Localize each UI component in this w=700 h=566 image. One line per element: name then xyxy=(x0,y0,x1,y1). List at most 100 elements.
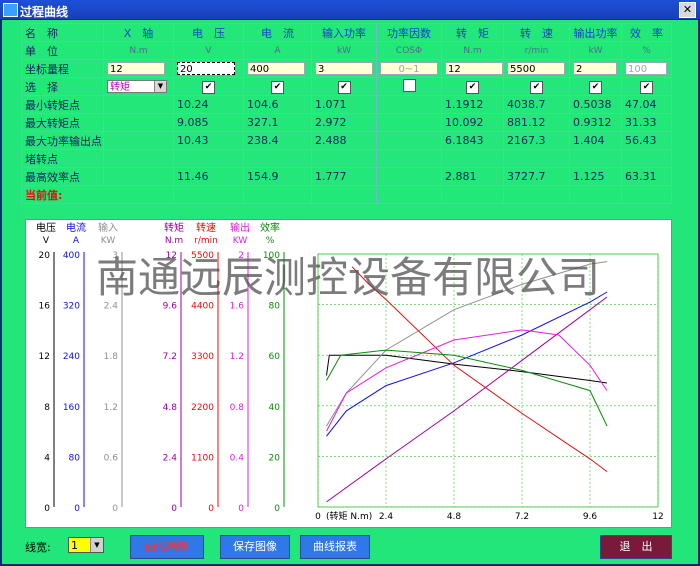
axis-tick-label: 80 xyxy=(69,453,81,463)
axis-tick-label: 1.2 xyxy=(104,403,118,413)
table-cell: 9.085 xyxy=(173,113,244,132)
axis-tick-label: 1.6 xyxy=(230,302,245,312)
output-power-checkbox[interactable]: ✔ xyxy=(589,81,602,94)
torque-range-input[interactable]: 12 xyxy=(445,62,503,75)
x-range-input[interactable]: 12 xyxy=(107,62,165,75)
current-value-row: 当前值: xyxy=(21,185,672,204)
voltage-checkbox[interactable]: ✔ xyxy=(202,81,215,94)
axis-name-3: 转矩 xyxy=(164,221,184,234)
speed-checkbox[interactable]: ✔ xyxy=(530,81,543,94)
table-cell: 881.12 xyxy=(503,113,570,132)
axis-name-0: 电压 xyxy=(36,221,56,234)
title-bar: 过程曲线 ✕ xyxy=(0,0,700,19)
speed-range-input[interactable]: 5500 xyxy=(507,62,565,75)
table-cell: 10.24 xyxy=(173,95,244,114)
close-button[interactable]: ✕ xyxy=(679,2,696,18)
table-cell: 10.092 xyxy=(441,113,504,132)
axis-tick-label: 3300 xyxy=(191,352,214,362)
efficiency-checkbox[interactable]: ✔ xyxy=(640,81,653,94)
curve-report-button[interactable]: 曲线报表 xyxy=(300,535,370,559)
unit-cell: % xyxy=(621,41,672,60)
power-factor-checkbox[interactable] xyxy=(402,78,416,92)
output-power-range-input[interactable]: 2 xyxy=(573,62,617,75)
efficiency-range-input[interactable]: 100 xyxy=(625,62,667,75)
axis-tick-label: 16 xyxy=(39,302,51,312)
axis-tick-label: 40 xyxy=(269,403,281,413)
series-line-5 xyxy=(326,329,608,432)
axis-tick-label: 60 xyxy=(269,352,281,362)
unit-cell: kW xyxy=(569,41,622,60)
table-cell: 2.972 xyxy=(311,113,377,132)
table-cell: 154.9 xyxy=(243,167,312,186)
row-label: 堵转点 xyxy=(21,149,104,168)
axis-name-6: 效率 xyxy=(260,221,280,234)
select-row: 选 择 转矩 ▼ ✔ ✔ ✔ ✔ ✔ ✔ ✔ xyxy=(21,77,672,96)
unit-cell: V xyxy=(173,41,244,60)
axis-tick-label: 2.4 xyxy=(104,302,119,312)
speed-header: 转 速 xyxy=(503,23,570,42)
axis-tick-label: 0 xyxy=(44,504,50,514)
axis-tick-label: 240 xyxy=(63,352,80,362)
table-cell: 1.1912 xyxy=(441,95,504,114)
table-cell: 1.125 xyxy=(569,167,622,186)
table-cell xyxy=(376,149,442,168)
current-checkbox[interactable]: ✔ xyxy=(271,81,284,94)
axis-tick-label: 0.6 xyxy=(104,453,119,463)
voltage-header: 电 压 xyxy=(173,23,244,42)
table-cell xyxy=(311,149,377,168)
input-power-range-input[interactable]: 3 xyxy=(315,62,373,75)
row-label: 最大转矩点 xyxy=(21,113,104,132)
input-power-header: 输入功率 xyxy=(311,23,377,42)
table-cell xyxy=(376,113,442,132)
axis-tick-label: 80 xyxy=(269,302,281,312)
axis-tick-label: 0.4 xyxy=(230,453,245,463)
curve-refresh-button[interactable]: 曲线刷新 xyxy=(130,535,204,559)
axis-unit-4: r/min xyxy=(194,236,218,246)
table-row: 堵转点 xyxy=(21,149,672,168)
series-line-3 xyxy=(326,296,608,503)
table-cell: 1.404 xyxy=(569,131,622,150)
x-tick-label: 9.6 xyxy=(583,512,598,522)
current-range-input[interactable]: 400 xyxy=(247,62,305,75)
axis-tick-label: 8 xyxy=(44,403,50,413)
x-tick-label: 12 xyxy=(652,512,663,522)
table-cell: 11.46 xyxy=(173,167,244,186)
table-row: 最大转矩点 9.085 327.1 2.972 10.092 881.12 0.9312 31… xyxy=(21,113,672,132)
output-power-header: 输出功率 xyxy=(569,23,622,42)
table-cell: 0.9312 xyxy=(569,113,622,132)
chevron-down-icon: ▼ xyxy=(154,81,166,92)
x-tick-label: 7.2 xyxy=(515,512,529,522)
series-line-6 xyxy=(326,349,608,427)
table-cell xyxy=(376,131,442,150)
line-width-select[interactable]: 1 ▼ xyxy=(68,537,104,553)
axis-tick-label: 7.2 xyxy=(163,352,177,362)
unit-cell: kW xyxy=(311,41,377,60)
table-cell: 4038.7 xyxy=(503,95,570,114)
axis-tick-label: 0 xyxy=(74,504,80,514)
table-cell xyxy=(173,149,244,168)
row-label: 最大功率输出点 xyxy=(21,131,104,150)
power-factor-range-input[interactable]: 0~1 xyxy=(380,62,438,75)
axis-tick-label: 0.8 xyxy=(230,403,245,413)
voltage-range-input[interactable]: 20 xyxy=(177,62,235,75)
x-axis-select[interactable]: 转矩 ▼ xyxy=(107,80,167,93)
row-label: 最高效率点 xyxy=(21,167,104,186)
table-cell: 63.31 xyxy=(621,167,672,186)
x-tick-label: 0 xyxy=(315,512,321,522)
torque-checkbox[interactable]: ✔ xyxy=(466,81,479,94)
table-cell: 0.5038 xyxy=(569,95,622,114)
axis-unit-3: N.m xyxy=(165,236,183,246)
save-image-button[interactable]: 保存图像 xyxy=(220,535,290,559)
table-cell xyxy=(376,167,442,186)
input-power-checkbox[interactable]: ✔ xyxy=(337,81,351,94)
axis-tick-label: 400 xyxy=(63,251,80,261)
axis-tick-label: 2.4 xyxy=(163,453,178,463)
select-label: 选 择 xyxy=(21,77,104,96)
current-value-label: 当前值: xyxy=(21,185,174,204)
range-label: 坐标量程 xyxy=(21,59,104,78)
table-cell: 1.777 xyxy=(311,167,377,186)
unit-cell: COSΦ xyxy=(376,41,442,60)
table-cell: 31.33 xyxy=(621,113,672,132)
axis-tick-label: 160 xyxy=(63,403,80,413)
exit-button[interactable]: 退 出 xyxy=(600,535,672,559)
